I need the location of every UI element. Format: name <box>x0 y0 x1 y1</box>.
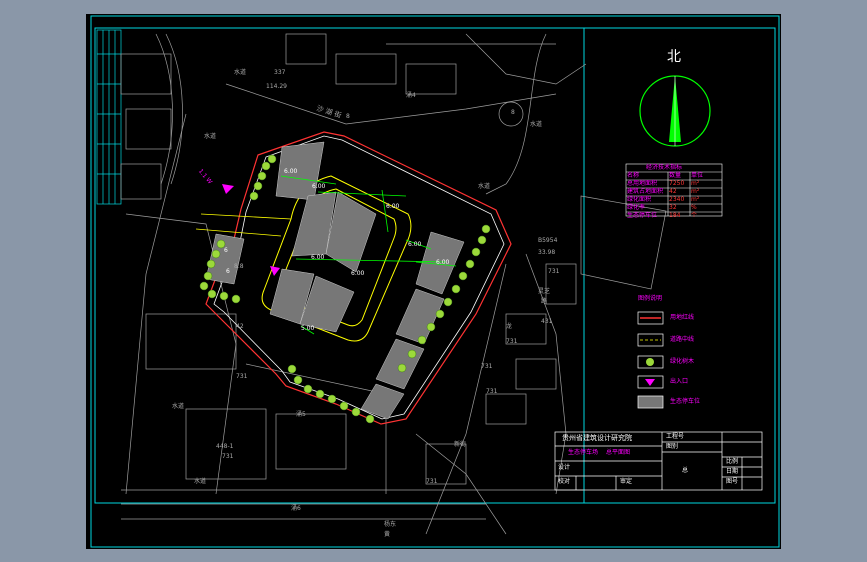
legend-swatches <box>637 311 664 409</box>
design-field: 设计 <box>558 464 571 471</box>
stats-header-cell: 单位 <box>691 172 704 179</box>
project-name: 生态停车场 <box>568 449 599 456</box>
parcel-number: 731 <box>481 363 493 370</box>
stats-cell: 42 <box>669 188 677 195</box>
parcel-label: 新街 <box>454 441 467 448</box>
binding-strip <box>96 29 122 205</box>
street-label: 涌6 <box>291 505 301 512</box>
water-label: 水道 <box>204 133 217 140</box>
water-label: 水道 <box>234 69 247 76</box>
dimension-label: 6.00 <box>311 254 325 261</box>
street-label: 涌4 <box>406 92 416 99</box>
stats-cell: 32 <box>669 204 677 211</box>
site-plan-drawing <box>90 15 780 548</box>
project-number-field: 工程号 <box>666 433 685 440</box>
north-label: 北 <box>667 49 681 65</box>
street-label: 杨东 <box>384 521 397 528</box>
company-name: 贵州省建筑设计研究院 <box>562 434 632 442</box>
stats-cell: m² <box>691 196 700 203</box>
stats-cell: 建筑占地面积 <box>627 188 664 195</box>
legend-item: 道路中线 <box>670 336 695 343</box>
legend-item: 用地红线 <box>670 314 695 321</box>
legend-item: 出入口 <box>670 378 689 385</box>
check-field: 校对 <box>558 478 571 485</box>
parcel-number: 731 <box>426 478 438 485</box>
sheet-field: 图号 <box>726 478 739 485</box>
dimension-label: 6.00 <box>436 259 450 266</box>
stats-cell: 2340 <box>669 196 685 203</box>
parcel-number: 448-1 <box>216 443 234 450</box>
water-label: 水道 <box>478 183 491 190</box>
dimension-label: 6.00 <box>284 168 298 175</box>
dimension-label: 6 <box>226 268 230 275</box>
parcel-label: B5954 <box>538 237 558 244</box>
water-label: 水道 <box>194 478 207 485</box>
dimension-label: 6.00 <box>312 183 326 190</box>
legend-item: 生态停车位 <box>670 398 701 405</box>
cad-viewport[interactable]: 涌4 水道 水道 水道 水道 水道 水道 沙 湖 街 337 114.29 8 … <box>86 14 781 549</box>
stats-cell: 总用地面积 <box>627 180 658 187</box>
stats-cell: 生态停车位 <box>627 212 658 219</box>
parcel-number: 731 <box>548 268 560 275</box>
marker-label: 8 <box>346 113 350 120</box>
stats-header-cell: 名称 <box>627 172 640 179</box>
stats-cell: m² <box>691 180 700 187</box>
stats-header-cell: 数量 <box>669 172 682 179</box>
elevation-label: 337 <box>274 69 286 76</box>
stats-table-title: 经济技术指标 <box>646 164 683 171</box>
dimension-label: 5.00 <box>301 325 315 332</box>
drawing-name: 总平面图 <box>606 449 631 456</box>
parcel-number: 731 <box>506 338 518 345</box>
water-label: 水道 <box>172 403 185 410</box>
dimension-label: 6.00 <box>386 203 400 210</box>
parcel-label: 路 <box>541 298 548 305</box>
stats-cell: % <box>691 204 697 211</box>
access-road <box>200 213 292 220</box>
street-label: 黄 <box>384 531 391 538</box>
plot-label: 8.8 <box>234 263 244 270</box>
parcel-label: 431 <box>541 318 553 325</box>
scale-field: 比例 <box>726 458 739 465</box>
dimension-label: 6.00 <box>408 241 422 248</box>
compass-rose <box>639 75 711 147</box>
water-label: 水道 <box>530 121 543 128</box>
parcel-number: 731 <box>236 373 248 380</box>
parcel-label: 33.98 <box>538 249 556 256</box>
parcel-label: 灵芝 <box>538 288 551 295</box>
parcel-number: 731 <box>486 388 498 395</box>
dimension-label: 6.00 <box>351 270 365 277</box>
elevation-label: 114.29 <box>266 83 287 90</box>
drawing-title-field: 总 <box>682 467 689 474</box>
stats-cell: 7250 <box>669 180 685 187</box>
legend-item: 绿化树木 <box>670 358 695 365</box>
category-field: 图别 <box>666 443 679 450</box>
approve-field: 审定 <box>620 478 633 485</box>
parcel-number: 731 <box>222 453 234 460</box>
stats-cell: m² <box>691 188 700 195</box>
stats-cell: 个 <box>691 212 698 219</box>
legend-title: 图例说明 <box>638 295 663 302</box>
parcel-label: 龙 <box>506 323 513 330</box>
date-field: 日期 <box>726 468 739 475</box>
stats-cell: 绿化面积 <box>627 196 652 203</box>
stats-cell: 绿化率 <box>627 204 646 211</box>
plot-label: 42 <box>236 323 244 330</box>
stats-cell: 184 <box>669 212 681 219</box>
street-label: 涌5 <box>296 411 306 418</box>
dimension-label: 6 <box>224 247 228 254</box>
marker-label: 8 <box>511 109 515 116</box>
